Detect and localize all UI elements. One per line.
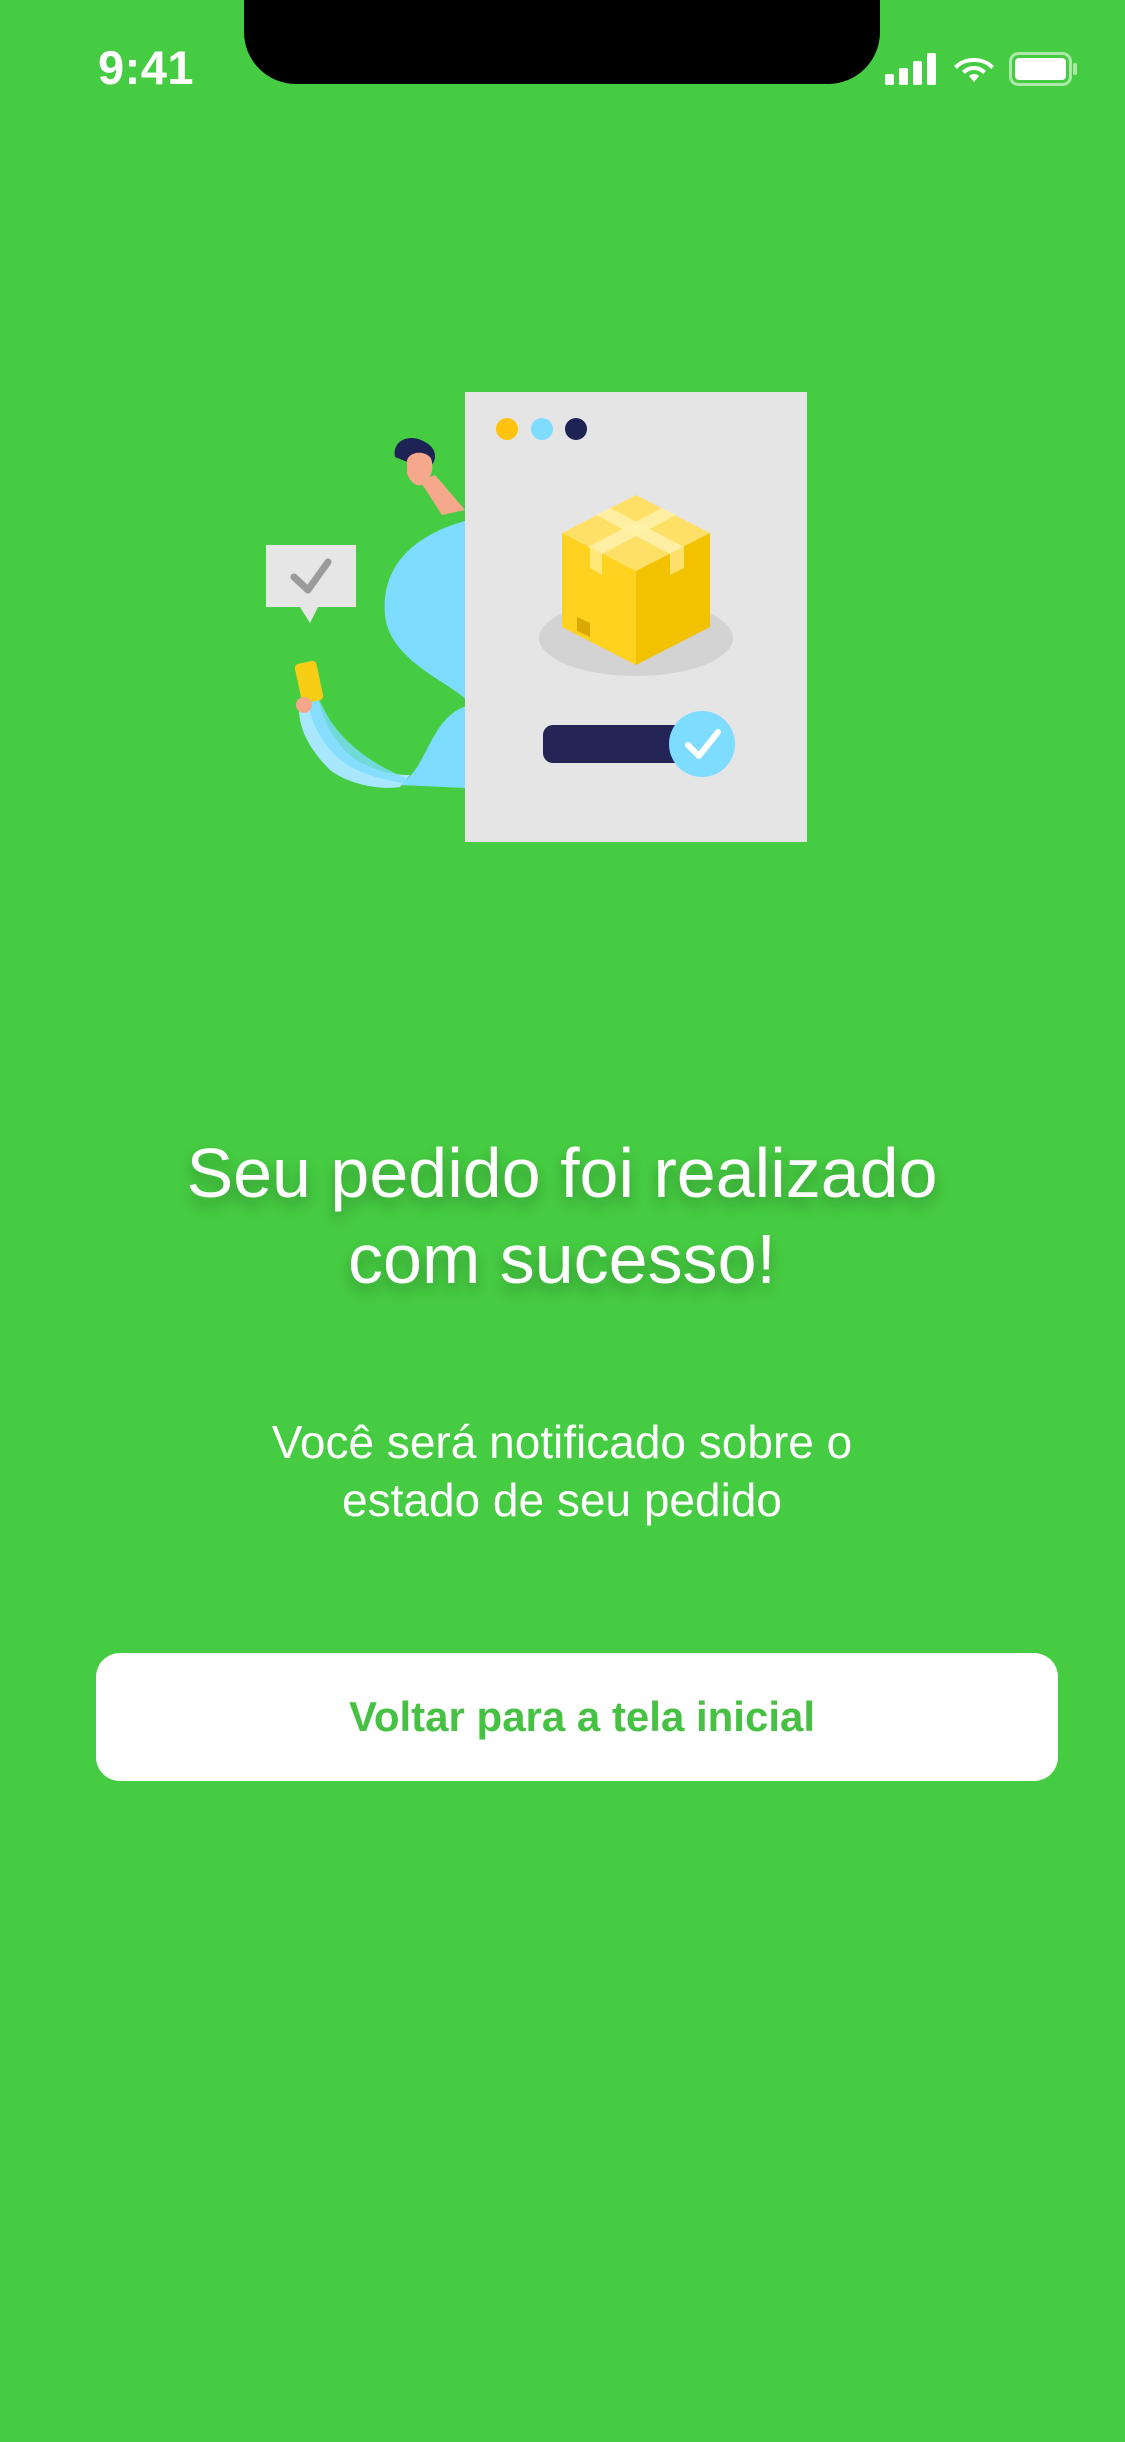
status-bar: 9:41 <box>0 0 1125 140</box>
chat-bubble-check-icon <box>266 545 356 623</box>
cellular-signal-icon <box>885 53 939 85</box>
status-icons <box>885 46 1077 92</box>
back-to-home-button-label: Voltar para a tela inicial <box>348 1693 816 1740</box>
battery-icon <box>1009 52 1077 86</box>
device-notch <box>244 0 880 84</box>
order-success-screen: 9:41 Seu pedido foi realizado com sucess… <box>0 0 1125 2442</box>
status-time: 9:41 <box>98 41 195 94</box>
checkmark-icon <box>669 711 735 777</box>
back-to-home-button[interactable]: Voltar para a tela inicial <box>96 1653 1058 1781</box>
success-subtitle: Você será notificado sobre o estado de s… <box>271 1416 853 1526</box>
order-success-illustration <box>260 385 820 855</box>
success-title: Seu pedido foi realizado com sucesso! <box>186 1134 938 1298</box>
wifi-icon <box>951 52 997 86</box>
